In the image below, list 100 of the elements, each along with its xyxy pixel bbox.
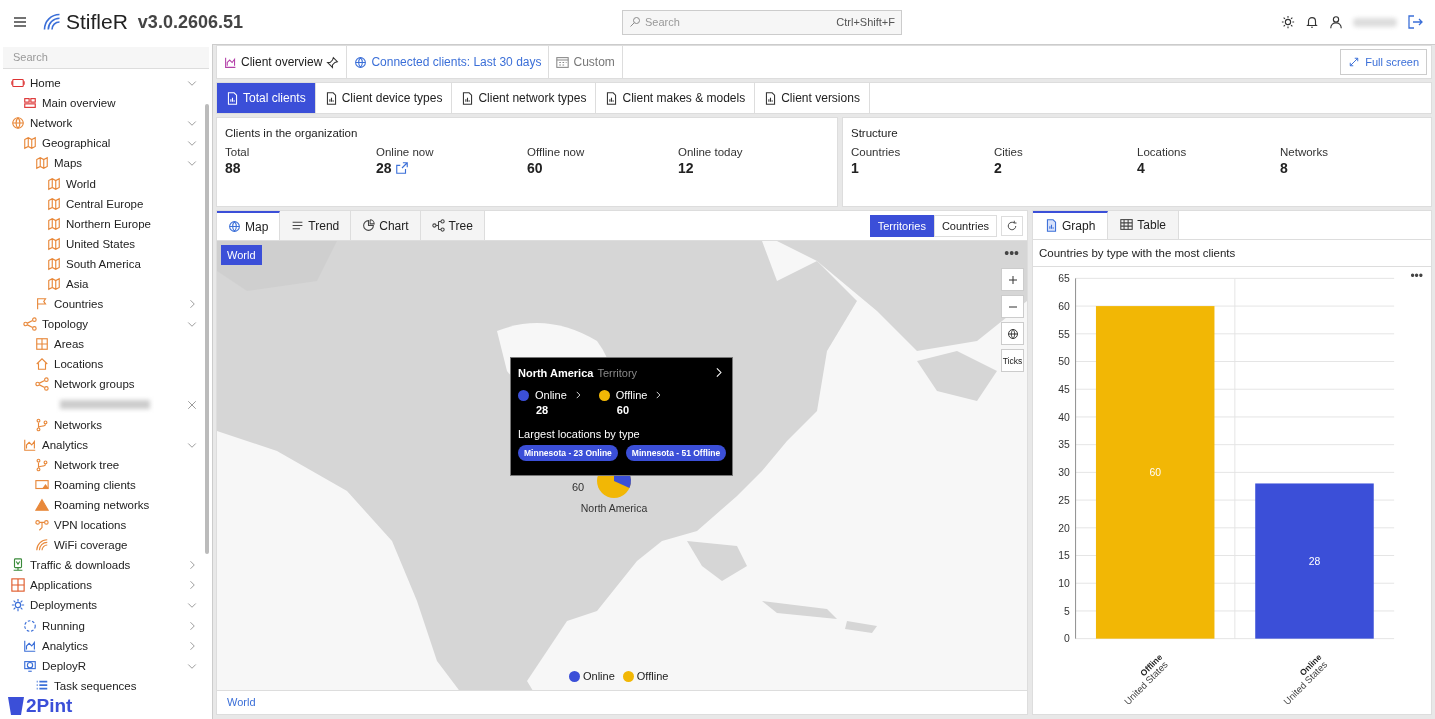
axis-tick: 5 [1064,605,1070,617]
stat-label: Countries [851,146,902,158]
triangle-icon [35,498,49,512]
sidebar-item[interactable]: Roaming networks [0,494,202,516]
sidebar-item[interactable]: World [0,173,202,194]
sidebar-item[interactable]: Roaming clients [0,474,202,495]
sidebar-item[interactable]: Applications [0,575,202,596]
scrollbar[interactable] [205,104,209,554]
logo-icon [8,697,24,715]
globe-button[interactable] [1001,322,1024,345]
logout-icon[interactable] [1407,14,1423,30]
status-label[interactable]: Online [535,389,567,401]
location-chip[interactable]: Minnesota - 51 Offline [625,445,727,461]
full-screen-button[interactable]: Full screen [1340,49,1427,75]
section-label: Largest locations by type [518,428,641,440]
report-tab[interactable]: Client network types [452,83,597,113]
menu-icon[interactable] [12,14,28,30]
sidebar-item[interactable]: Network tree [0,454,202,475]
axis-tick: 65 [1058,272,1070,284]
more-menu[interactable]: ••• [1410,269,1423,283]
blurred-username [1353,17,1397,27]
marker-label: North America [580,502,648,514]
more-menu[interactable]: ••• [1004,245,1019,261]
lines-icon [291,219,305,232]
stat-value: 12 [678,160,694,176]
dashboard-icon [23,96,37,111]
sidebar-item[interactable]: Running [0,615,202,636]
map-icon [47,176,61,191]
status-label[interactable]: Offline [615,389,648,401]
location-chip[interactable]: Minnesota - 23 Online [518,445,618,461]
view-tab[interactable]: Trend [280,211,352,240]
axis-tick: 25 [1058,494,1070,506]
refresh-button[interactable] [1001,215,1023,236]
document-icon [461,91,475,105]
ticks-button[interactable]: Ticks [1001,349,1024,372]
sidebar-item[interactable]: Analytics [0,635,202,656]
breadcrumb[interactable]: World [221,245,262,265]
sidebar-item[interactable]: Task sequences [0,675,202,693]
sidebar-item[interactable]: Analytics [0,434,202,455]
brand-name: 2Pint [26,695,73,717]
globe-icon [354,55,368,69]
grid-icon [11,578,25,593]
search-icon [629,16,641,28]
stat-value: 1 [851,160,859,176]
footer-breadcrumb[interactable]: World [217,690,1027,714]
theme-icon[interactable] [1281,15,1295,29]
view-tab[interactable]: Tree [420,211,485,240]
sidebar-item[interactable]: Asia [0,273,202,295]
mode-toggle[interactable]: Territories [869,214,934,237]
document-icon [226,91,239,105]
sidebar-item[interactable]: Network groups [0,374,202,395]
sidebar-item[interactable]: Traffic & downloads [0,555,202,576]
sidebar-item[interactable]: VPN locations [0,515,202,536]
stat-value: 2 [994,160,1002,176]
report-tab[interactable]: Client device types [315,83,453,113]
sidebar-item[interactable]: Networks [0,414,202,435]
sidebar-item[interactable]: Topology [0,314,202,335]
table-icon [1120,218,1134,232]
view-tab[interactable]: Table [1108,211,1180,239]
zoom-in-button[interactable] [1001,268,1024,291]
sidebar-item[interactable]: Locations [0,354,202,375]
report-tab[interactable]: Client versions [755,83,870,113]
map-icon [47,277,61,291]
pin-icon[interactable] [326,55,340,69]
share-icon[interactable] [394,161,409,175]
screen-icon [35,477,49,492]
sidebar-item[interactable]: Home [0,73,202,94]
sidebar-item[interactable]: Deployments [0,595,202,616]
sidebar-item[interactable]: Geographical [0,133,202,154]
sidebar-item[interactable]: Central Europe [0,193,202,214]
sidebar-item[interactable]: Northern Europe [0,213,202,234]
report-tab[interactable]: Client makes & models [596,83,756,113]
axis-tick: 55 [1058,328,1070,340]
sidebar-item[interactable]: DeployR [0,655,202,676]
view-tab[interactable]: Graph [1033,211,1109,239]
stat-label: Networks [1280,146,1329,158]
view-tab[interactable]: Map [217,211,281,240]
user-icon[interactable] [1329,15,1343,29]
axis-tick: 45 [1058,383,1070,395]
bar[interactable] [1255,482,1374,639]
download-icon [11,558,25,573]
map-icon [47,256,61,271]
sidebar-item[interactable]: Maps [0,153,202,174]
sidebar-item[interactable]: Main overview [0,93,202,114]
sidebar-item[interactable]: United States [0,233,202,254]
stat-label: Total [225,146,251,158]
view-tab[interactable]: Chart [351,211,421,240]
mode-toggle[interactable]: Countries [933,214,997,237]
custom-button[interactable]: Custom [549,46,623,78]
axis-tick: 50 [1058,355,1070,367]
bell-icon[interactable] [1305,15,1319,29]
sidebar-item[interactable]: WiFi coverage [0,535,202,556]
sidebar-item[interactable]: Areas [0,334,202,355]
period-link[interactable]: Connected clients: Last 30 days [347,46,550,78]
sidebar-item[interactable]: Network [0,113,202,134]
report-tab[interactable]: Total clients [217,83,316,113]
sidebar-item[interactable]: South America [0,253,202,274]
search-field[interactable]: Search Ctrl+Shift+F [622,9,902,35]
sidebar-item[interactable]: Countries [0,294,202,315]
stat-value: 28 [376,160,392,176]
